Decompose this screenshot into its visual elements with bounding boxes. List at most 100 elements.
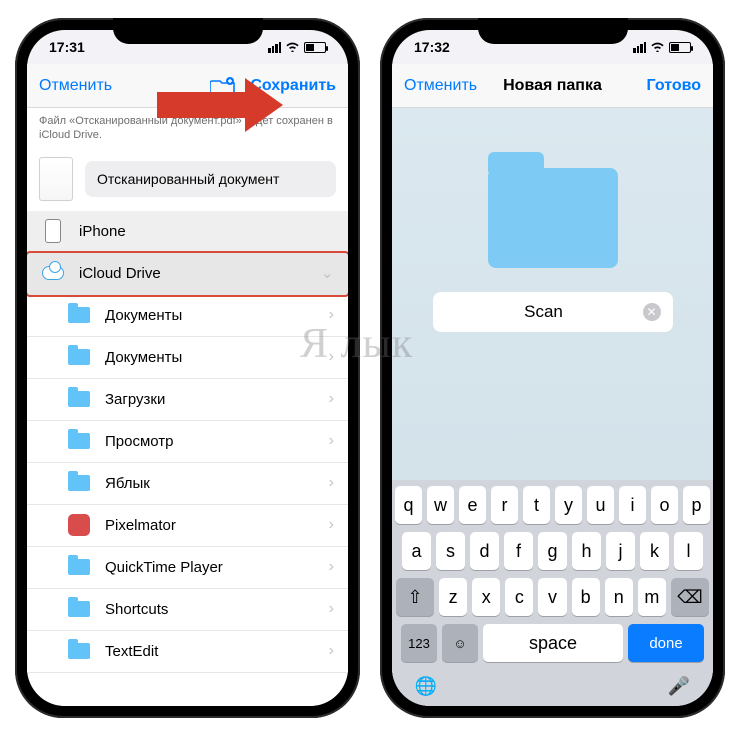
key-h[interactable]: h	[572, 532, 601, 570]
mic-icon[interactable]: 🎤	[667, 674, 691, 698]
chevron-right-icon: ›	[329, 600, 334, 618]
key-l[interactable]: l	[674, 532, 703, 570]
key-e[interactable]: e	[459, 486, 486, 524]
key-s[interactable]: s	[436, 532, 465, 570]
key-j[interactable]: j	[606, 532, 635, 570]
key-z[interactable]: z	[439, 578, 467, 616]
folder-icon	[67, 597, 91, 621]
battery-icon	[669, 42, 691, 53]
folder-icon	[67, 345, 91, 369]
nav-bar: Отменить Новая папка Готово	[392, 64, 713, 108]
cancel-button[interactable]: Отменить	[404, 77, 477, 95]
location-label: iPhone	[79, 223, 334, 240]
folder-row[interactable]: Shortcuts ›	[27, 589, 348, 631]
key-a[interactable]: a	[402, 532, 431, 570]
chevron-right-icon: ›	[329, 516, 334, 534]
key-backspace[interactable]: ⌫	[671, 578, 709, 616]
folder-row[interactable]: TextEdit ›	[27, 631, 348, 673]
folder-label: Документы	[105, 349, 329, 366]
key-t[interactable]: t	[523, 486, 550, 524]
folder-icon	[67, 303, 91, 327]
folder-row[interactable]: Pixelmator ›	[27, 505, 348, 547]
key-v[interactable]: v	[538, 578, 566, 616]
folder-name-value: Scan	[445, 302, 643, 322]
key-y[interactable]: y	[555, 486, 582, 524]
document-name-field[interactable]: Отсканированный документ	[85, 161, 336, 197]
key-emoji[interactable]: ☺	[442, 624, 478, 662]
folder-row[interactable]: Документы ›	[27, 295, 348, 337]
folder-label: Pixelmator	[105, 517, 329, 534]
status-time: 17:32	[414, 39, 450, 55]
clear-icon[interactable]: ✕	[643, 303, 661, 321]
status-indicators	[633, 39, 691, 55]
folder-icon	[67, 639, 91, 663]
folder-label: Загрузки	[105, 391, 329, 408]
chevron-right-icon: ›	[329, 432, 334, 450]
key-w[interactable]: w	[427, 486, 454, 524]
cancel-button[interactable]: Отменить	[39, 77, 112, 95]
folder-row[interactable]: Просмотр ›	[27, 421, 348, 463]
key-o[interactable]: o	[651, 486, 678, 524]
key-123[interactable]: 123	[401, 624, 437, 662]
folder-row[interactable]: Документы ›	[27, 337, 348, 379]
key-u[interactable]: u	[587, 486, 614, 524]
content-area: Файл «Отсканированный документ.pdf» буде…	[27, 108, 348, 706]
folder-row[interactable]: Загрузки ›	[27, 379, 348, 421]
chevron-right-icon: ›	[329, 390, 334, 408]
folder-name-field[interactable]: Scan ✕	[433, 292, 673, 332]
chevron-right-icon: ›	[329, 558, 334, 576]
app-icon-pixelmator	[67, 513, 91, 537]
key-n[interactable]: n	[605, 578, 633, 616]
key-done[interactable]: done	[628, 624, 704, 662]
battery-icon	[304, 42, 326, 53]
chevron-right-icon: ›	[329, 642, 334, 660]
key-g[interactable]: g	[538, 532, 567, 570]
folder-icon	[67, 471, 91, 495]
keyboard-row-1: q w e r t y u i o p	[396, 486, 709, 524]
location-icloud-drive[interactable]: iCloud Drive ⌄	[27, 253, 348, 295]
notch	[113, 18, 263, 44]
keyboard-row-4: 123 ☺ space done	[396, 624, 709, 662]
folder-label: TextEdit	[105, 643, 329, 660]
keyboard-bottom-bar: 🌐 🎤	[396, 670, 709, 698]
chevron-down-icon: ⌄	[321, 263, 334, 283]
folder-row[interactable]: QuickTime Player ›	[27, 547, 348, 589]
chevron-right-icon: ›	[329, 348, 334, 366]
key-k[interactable]: k	[640, 532, 669, 570]
red-arrow-annotation	[157, 92, 247, 118]
chevron-right-icon: ›	[329, 474, 334, 492]
key-m[interactable]: m	[638, 578, 666, 616]
key-i[interactable]: i	[619, 486, 646, 524]
signal-icon	[633, 42, 646, 53]
keyboard-row-3: ⇧ z x c v b n m ⌫	[396, 578, 709, 616]
content-area: Scan ✕ q w e r t y u i o p	[392, 108, 713, 706]
document-thumbnail	[39, 157, 73, 201]
globe-icon[interactable]: 🌐	[414, 674, 438, 698]
done-button[interactable]: Готово	[647, 77, 701, 95]
wifi-icon	[650, 39, 665, 55]
key-c[interactable]: c	[505, 578, 533, 616]
folder-label: QuickTime Player	[105, 559, 329, 576]
key-r[interactable]: r	[491, 486, 518, 524]
phone-icon	[41, 219, 65, 243]
key-space[interactable]: space	[483, 624, 623, 662]
folder-icon	[67, 429, 91, 453]
folder-row[interactable]: Яблык ›	[27, 463, 348, 505]
phone-left: 17:31 Отменить Сохранить	[15, 18, 360, 718]
folder-label: Документы	[105, 307, 329, 324]
stage: 17:31 Отменить Сохранить	[0, 0, 740, 736]
key-p[interactable]: p	[683, 486, 710, 524]
location-iphone[interactable]: iPhone	[27, 211, 348, 253]
key-x[interactable]: x	[472, 578, 500, 616]
status-time: 17:31	[49, 39, 85, 55]
folder-label: Яблык	[105, 475, 329, 492]
folder-label: Shortcuts	[105, 601, 329, 618]
document-row: Отсканированный документ	[27, 151, 348, 211]
key-d[interactable]: d	[470, 532, 499, 570]
key-f[interactable]: f	[504, 532, 533, 570]
key-q[interactable]: q	[395, 486, 422, 524]
key-shift[interactable]: ⇧	[396, 578, 434, 616]
signal-icon	[268, 42, 281, 53]
key-b[interactable]: b	[572, 578, 600, 616]
phone-right: 17:32 Отменить Новая папка Готово Scan	[380, 18, 725, 718]
